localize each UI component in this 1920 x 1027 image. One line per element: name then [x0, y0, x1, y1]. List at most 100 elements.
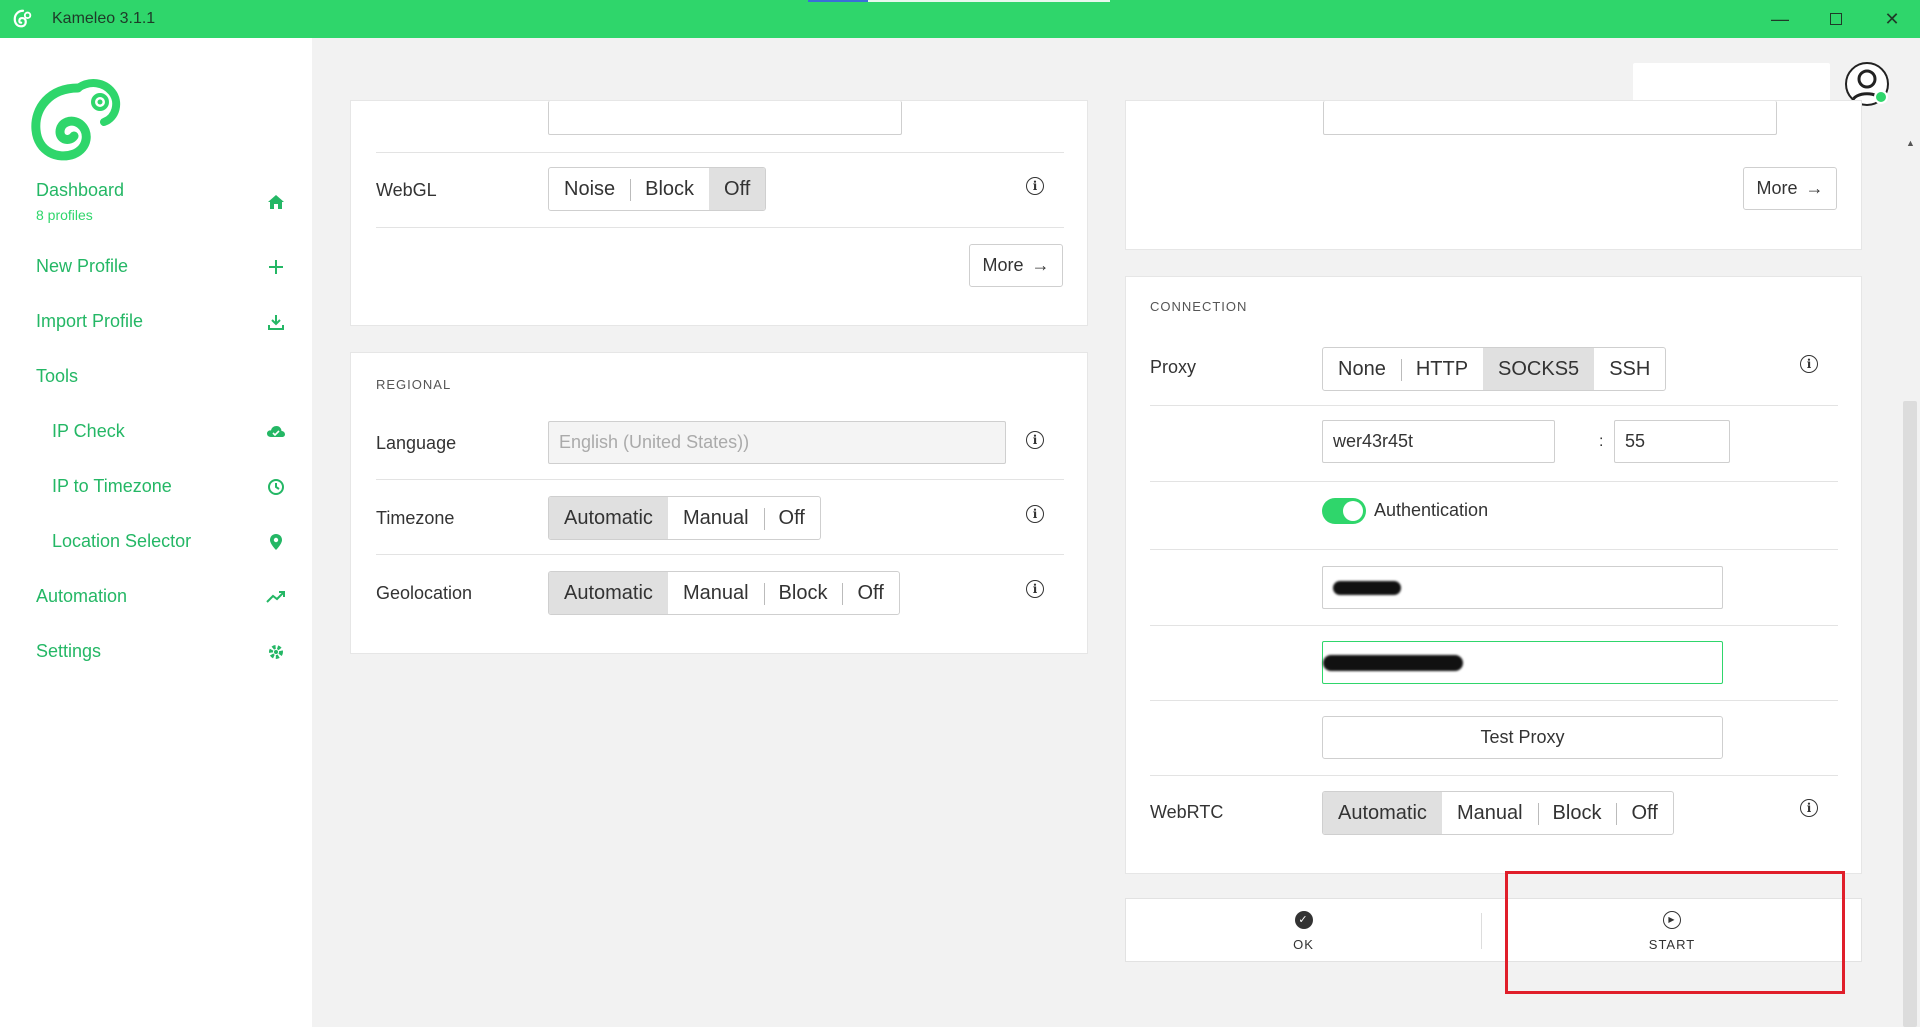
webrtc-option-off[interactable]: Off	[1616, 792, 1672, 834]
window-title: Kameleo 3.1.1	[52, 10, 156, 27]
minimize-button[interactable]: —	[1752, 0, 1808, 38]
arrow-right-icon: →	[1031, 255, 1050, 275]
info-icon[interactable]: i	[1026, 431, 1044, 449]
proxy-option-ssh[interactable]: SSH	[1594, 348, 1665, 390]
webgl-option-off[interactable]: Off	[709, 168, 766, 210]
profiles-count: 8 profiles	[36, 207, 93, 223]
highlight-box	[1505, 871, 1845, 994]
proxy-username-input[interactable]	[1322, 566, 1723, 609]
ok-button[interactable]: ✓ OK	[1126, 899, 1481, 963]
divider	[376, 554, 1064, 555]
kameleo-app-icon	[13, 9, 32, 28]
clock-icon	[266, 477, 286, 497]
authentication-toggle[interactable]	[1322, 498, 1366, 524]
sidebar-item-label: IP Check	[52, 421, 125, 441]
more-button[interactable]: More →	[969, 244, 1063, 287]
sidebar-item-label: Settings	[36, 641, 102, 661]
more-button[interactable]: More →	[1743, 167, 1837, 210]
proxy-port-input[interactable]: 55	[1614, 420, 1730, 463]
webgl-label: WebGL	[376, 180, 437, 200]
sidebar-item-tools[interactable]: Tools	[36, 366, 286, 387]
more-button-label: More	[982, 255, 1024, 275]
section-title-connection: CONNECTION	[1150, 299, 1248, 314]
minimize-icon: —	[1771, 8, 1789, 29]
sidebar-item-label: Tools	[36, 366, 79, 386]
sidebar-item-new-profile[interactable]: New Profile	[36, 256, 286, 277]
geolocation-option-off[interactable]: Off	[842, 572, 898, 614]
sidebar-item-location-selector[interactable]: Location Selector	[52, 531, 286, 552]
sidebar-item-import-profile[interactable]: Import Profile	[36, 311, 286, 332]
sidebar-item-label: Automation	[36, 586, 128, 606]
info-icon[interactable]: i	[1026, 505, 1044, 523]
timezone-segmented: Automatic Manual Off	[548, 496, 821, 540]
maximize-button[interactable]	[1808, 0, 1864, 38]
language-input[interactable]: English (United States))	[548, 421, 1006, 464]
proxy-host-input[interactable]: wer43r45t	[1322, 420, 1555, 463]
timezone-option-automatic[interactable]: Automatic	[549, 497, 668, 539]
map-pin-icon	[266, 532, 286, 552]
info-icon[interactable]: i	[1026, 580, 1044, 598]
sidebar-item-dashboard[interactable]: Dashboard 8 profiles	[36, 180, 286, 223]
sidebar-item-ip-check[interactable]: IP Check	[52, 421, 286, 442]
more-button-label: More	[1756, 178, 1798, 198]
test-proxy-button[interactable]: Test Proxy	[1322, 716, 1723, 759]
webrtc-option-automatic[interactable]: Automatic	[1323, 792, 1442, 834]
sidebar-item-label: Dashboard	[36, 180, 125, 200]
info-icon[interactable]: i	[1800, 355, 1818, 373]
sidebar-item-settings[interactable]: Settings	[36, 641, 286, 662]
header-search-box[interactable]	[1633, 63, 1830, 103]
check-circle-icon: ✓	[1294, 910, 1313, 929]
webrtc-label: WebRTC	[1150, 802, 1224, 822]
maximize-icon	[1830, 13, 1842, 25]
timezone-option-off[interactable]: Off	[763, 497, 820, 539]
partial-input[interactable]	[548, 101, 902, 135]
close-button[interactable]: ✕	[1864, 0, 1920, 38]
divider	[1150, 549, 1838, 550]
divider	[376, 479, 1064, 480]
redacted-username	[1333, 581, 1401, 595]
webrtc-option-block[interactable]: Block	[1537, 792, 1617, 834]
webgl-option-noise[interactable]: Noise	[549, 168, 630, 210]
webrtc-segmented: Automatic Manual Block Off	[1322, 791, 1674, 835]
proxy-password-input[interactable]	[1322, 641, 1723, 684]
geolocation-option-block[interactable]: Block	[763, 572, 843, 614]
close-icon: ✕	[1884, 8, 1900, 29]
webrtc-option-manual[interactable]: Manual	[1442, 792, 1538, 834]
info-icon[interactable]: i	[1026, 177, 1044, 195]
divider	[1150, 405, 1838, 406]
scrollbar-thumb[interactable]	[1903, 401, 1917, 1027]
proxy-segmented: None HTTP SOCKS5 SSH	[1322, 347, 1667, 391]
geolocation-option-manual[interactable]: Manual	[668, 572, 764, 614]
geolocation-option-automatic[interactable]: Automatic	[549, 572, 668, 614]
redacted-password	[1323, 655, 1463, 671]
divider	[376, 152, 1064, 153]
trending-up-icon	[266, 587, 286, 607]
divider	[1150, 775, 1838, 776]
info-icon[interactable]: i	[1800, 799, 1818, 817]
section-title-regional: REGIONAL	[376, 377, 452, 392]
sidebar: Dashboard 8 profiles New Profile Import …	[0, 38, 312, 1027]
divider	[376, 227, 1064, 228]
timezone-option-manual[interactable]: Manual	[668, 497, 764, 539]
divider	[1150, 625, 1838, 626]
language-label: Language	[376, 433, 457, 453]
sidebar-item-automation[interactable]: Automation	[36, 586, 286, 607]
proxy-option-socks5[interactable]: SOCKS5	[1483, 348, 1595, 390]
home-icon	[266, 192, 286, 212]
title-bar: Kameleo 3.1.1 — ✕	[0, 0, 1920, 38]
kameleo-logo	[31, 79, 121, 161]
plus-icon	[266, 257, 286, 277]
arrow-right-icon: →	[1805, 178, 1824, 198]
proxy-option-http[interactable]: HTTP	[1400, 348, 1483, 390]
partial-input[interactable]	[1323, 101, 1777, 135]
scrollbar[interactable]: ▲	[1900, 126, 1920, 1027]
geolocation-segmented: Automatic Manual Block Off	[548, 571, 900, 615]
right-top-card: More →	[1125, 100, 1862, 250]
ok-label: OK	[1293, 936, 1314, 952]
loading-progress-fill	[808, 0, 869, 2]
sidebar-item-ip-to-timezone[interactable]: IP to Timezone	[52, 476, 286, 497]
divider	[1150, 481, 1838, 482]
scroll-up-icon[interactable]: ▲	[1906, 138, 1915, 148]
proxy-option-none[interactable]: None	[1323, 348, 1401, 390]
webgl-option-block[interactable]: Block	[630, 168, 709, 210]
